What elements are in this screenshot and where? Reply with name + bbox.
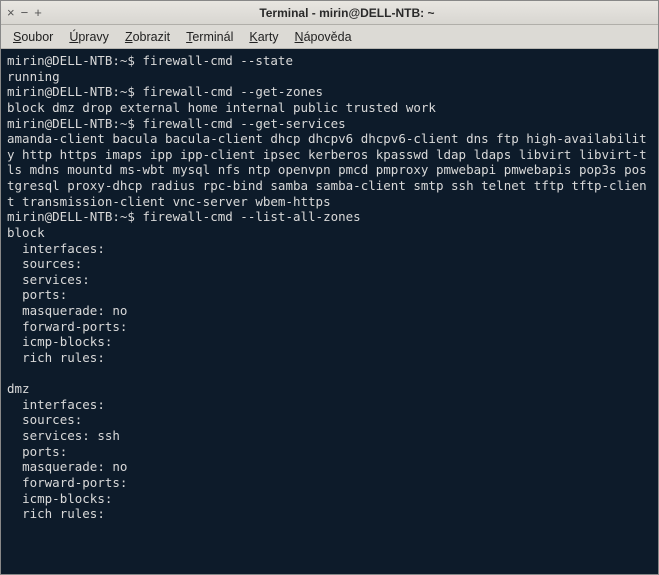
command-input: firewall-cmd --state [142, 53, 293, 68]
terminal-window: × − + Terminal - mirin@DELL-NTB: ~ Soubo… [0, 0, 659, 575]
prompt: mirin@DELL-NTB:~$ [7, 116, 142, 131]
zone-name: dmz [7, 381, 652, 397]
zone-field: icmp-blocks: [7, 334, 652, 350]
zone-field: rich rules: [7, 350, 652, 366]
zone-field: services: ssh [7, 428, 652, 444]
zone-field: interfaces: [7, 397, 652, 413]
zone-field: interfaces: [7, 241, 652, 257]
menu-terminal[interactable]: Terminál [178, 28, 241, 46]
minimize-icon[interactable]: − [21, 6, 29, 19]
zone-field: sources: [7, 256, 652, 272]
output-line: running [7, 69, 652, 85]
zone-field: icmp-blocks: [7, 491, 652, 507]
prompt: mirin@DELL-NTB:~$ [7, 53, 142, 68]
menu-karty[interactable]: Karty [241, 28, 286, 46]
menu-upravy[interactable]: Úpravy [61, 28, 117, 46]
command-input: firewall-cmd --get-zones [142, 84, 323, 99]
zone-field: services: [7, 272, 652, 288]
zone-name: block [7, 225, 652, 241]
window-title: Terminal - mirin@DELL-NTB: ~ [42, 6, 652, 20]
titlebar[interactable]: × − + Terminal - mirin@DELL-NTB: ~ [1, 1, 658, 25]
zone-field: masquerade: no [7, 459, 652, 475]
terminal-viewport[interactable]: mirin@DELL-NTB:~$ firewall-cmd --stateru… [1, 49, 658, 574]
command-input: firewall-cmd --list-all-zones [142, 209, 360, 224]
blank-line [7, 366, 652, 382]
maximize-icon[interactable]: + [34, 6, 42, 19]
menu-napoveda[interactable]: Nápověda [287, 28, 360, 46]
zone-field: sources: [7, 412, 652, 428]
zone-field: ports: [7, 287, 652, 303]
zone-field: forward-ports: [7, 319, 652, 335]
menu-zobrazit[interactable]: Zobrazit [117, 28, 178, 46]
output-line: block dmz drop external home internal pu… [7, 100, 652, 116]
output-line: amanda-client bacula bacula-client dhcp … [7, 131, 652, 209]
menu-soubor[interactable]: Soubor [5, 28, 61, 46]
zone-field: masquerade: no [7, 303, 652, 319]
prompt: mirin@DELL-NTB:~$ [7, 84, 142, 99]
zone-field: rich rules: [7, 506, 652, 522]
prompt: mirin@DELL-NTB:~$ [7, 209, 142, 224]
zone-field: forward-ports: [7, 475, 652, 491]
command-input: firewall-cmd --get-services [142, 116, 345, 131]
window-controls: × − + [7, 6, 42, 19]
zone-field: ports: [7, 444, 652, 460]
close-icon[interactable]: × [7, 6, 15, 19]
menubar: Soubor Úpravy Zobrazit Terminál Karty Ná… [1, 25, 658, 49]
